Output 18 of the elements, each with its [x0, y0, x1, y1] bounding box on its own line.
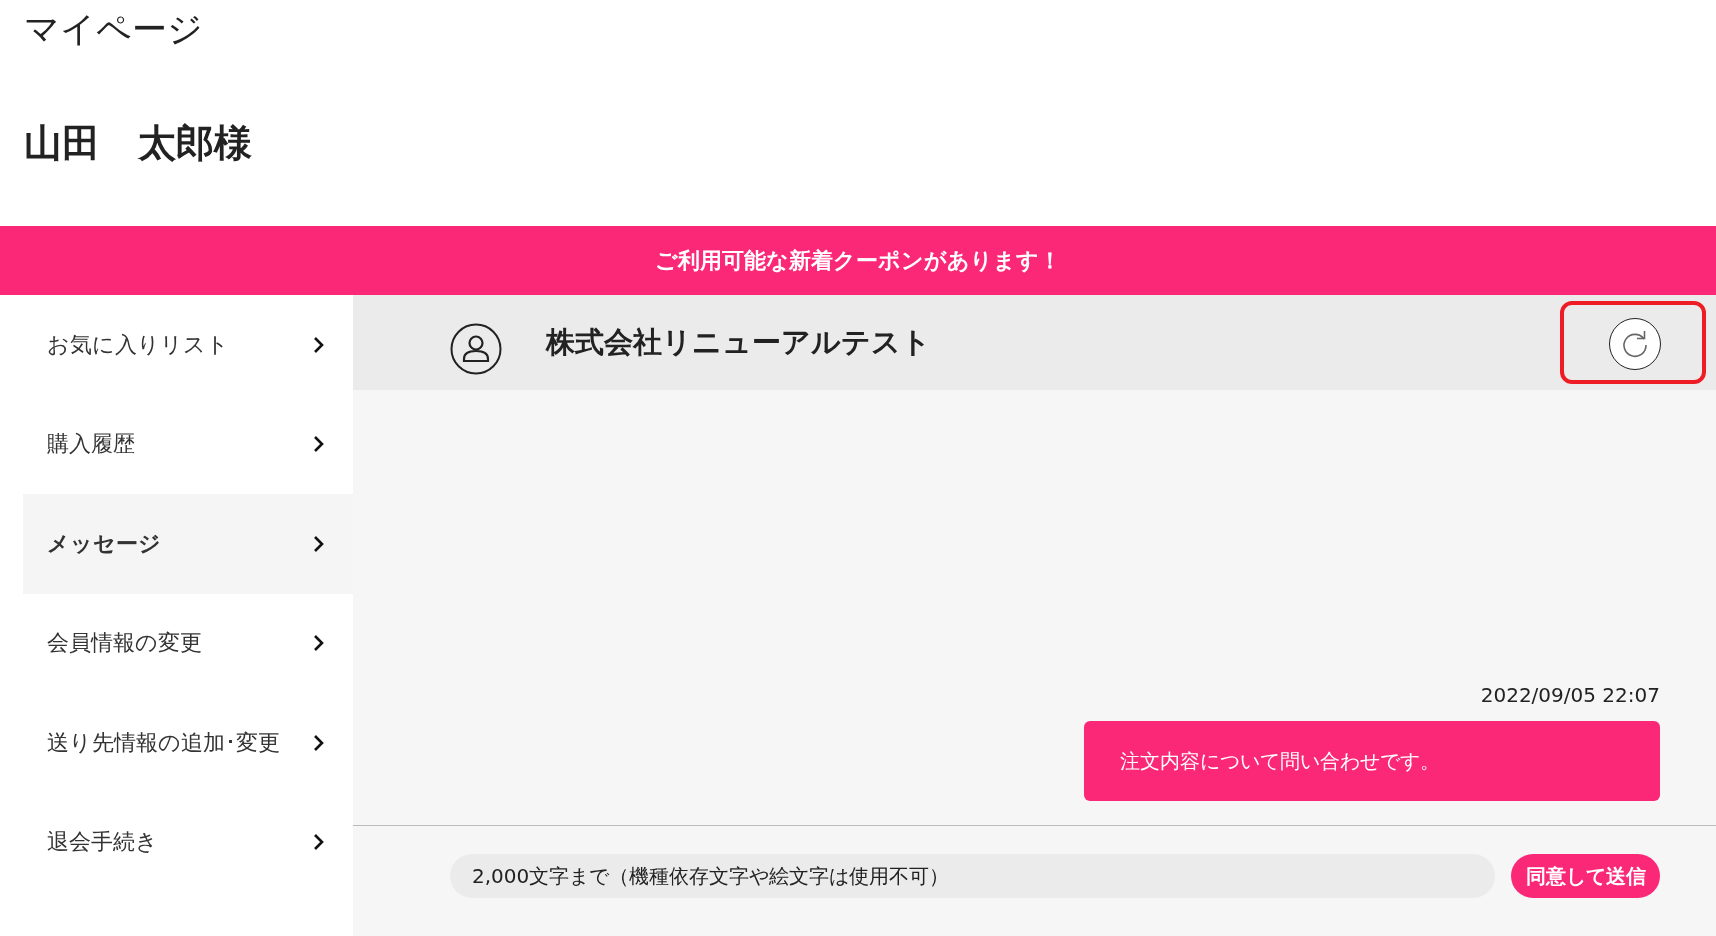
chevron-icon	[313, 733, 325, 752]
coupon-banner[interactable]: ご利用可能な新着クーポンがあります！	[0, 226, 1716, 295]
user-name: 山田 太郎様	[24, 120, 252, 166]
sidebar-item[interactable]: メッセージ	[23, 494, 353, 594]
send-button[interactable]: 同意して送信	[1511, 854, 1660, 898]
message-input-field[interactable]: 2,000文字まで（機種依存文字や絵文字は使用不可）	[450, 854, 1495, 898]
message-bubble: 注文内容について問い合わせです。	[1084, 721, 1660, 801]
chevron-icon	[313, 833, 325, 852]
chevron-icon	[313, 634, 325, 653]
refresh-button[interactable]	[1609, 317, 1661, 370]
page-title: マイページ	[24, 8, 203, 50]
shop-name: 株式会社リニューアルテスト	[546, 323, 931, 361]
user-icon	[450, 322, 502, 375]
chevron-icon	[313, 435, 325, 454]
chevron-icon	[313, 335, 325, 354]
chevron-icon	[313, 534, 325, 553]
message-time: 2022/09/05 22:07	[1480, 683, 1660, 707]
refresh-icon	[1620, 328, 1650, 359]
